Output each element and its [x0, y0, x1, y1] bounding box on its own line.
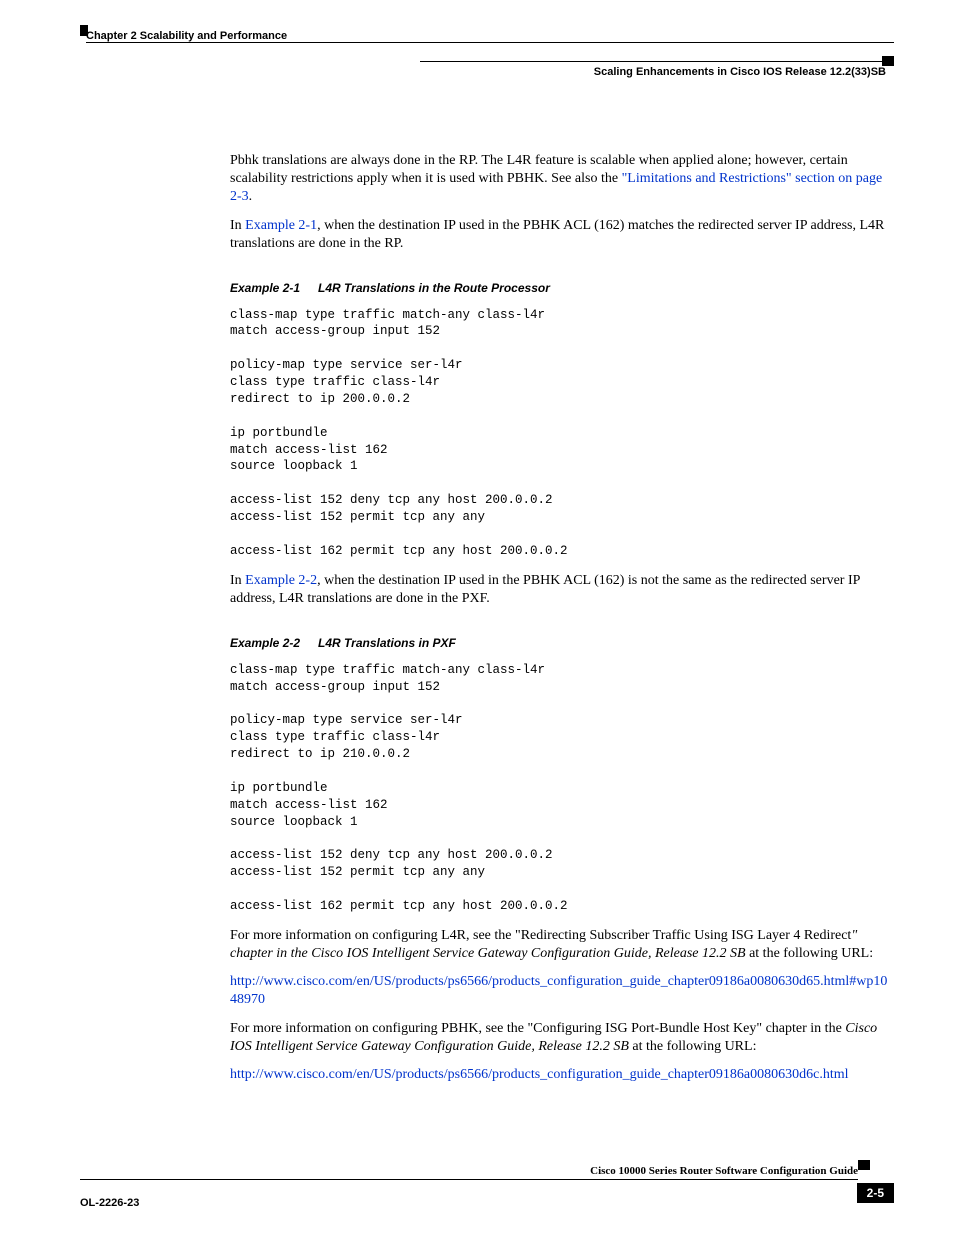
code-block: class-map type traffic match-any class-l…: [230, 662, 894, 915]
footer-right: 2-5: [857, 1181, 894, 1203]
link-url-2[interactable]: http://www.cisco.com/en/US/products/ps65…: [230, 1067, 849, 1082]
paragraph: In Example 2-1, when the destination IP …: [230, 217, 894, 253]
text: In: [230, 573, 245, 588]
text: In: [230, 218, 245, 233]
link-example-2-2[interactable]: Example 2-2: [245, 573, 317, 588]
text: .: [249, 189, 253, 204]
header-chapter: Chapter 2 Scalability and Performance: [80, 30, 894, 42]
link-url-1[interactable]: http://www.cisco.com/en/US/products/ps65…: [230, 974, 887, 1007]
url-paragraph: http://www.cisco.com/en/US/products/ps65…: [230, 1066, 894, 1084]
text: at the following URL:: [629, 1039, 757, 1054]
footer-doc-number: OL-2226-23: [80, 1197, 139, 1209]
paragraph: In Example 2-2, when the destination IP …: [230, 572, 894, 608]
example-label: Example 2-1: [230, 281, 300, 295]
header-block: Chapter 2 Scalability and Performance Sc…: [80, 30, 894, 80]
paragraph: For more information on configuring PBHK…: [230, 1020, 894, 1056]
footer-row: OL-2226-23 2-5: [80, 1181, 894, 1209]
page-number: 2-5: [857, 1183, 894, 1203]
header-sub-rule: [420, 61, 888, 62]
header-section: Scaling Enhancements in Cisco IOS Releas…: [594, 66, 894, 78]
content: Pbhk translations are always done in the…: [230, 152, 894, 1084]
text: at the following URL:: [746, 946, 874, 961]
text: , when the destination IP used in the PB…: [230, 573, 860, 606]
code-block: class-map type traffic match-any class-l…: [230, 307, 894, 560]
text-italic: Cisco IOS Intelligent Service Gateway Co…: [311, 946, 745, 961]
footer: Cisco 10000 Series Router Software Confi…: [80, 1165, 894, 1209]
example-title-text: L4R Translations in PXF: [318, 636, 456, 650]
footer-guide-title: Cisco 10000 Series Router Software Confi…: [80, 1165, 894, 1177]
rule-marker-icon: [882, 56, 894, 66]
example-heading: Example 2-1 L4R Translations in the Route…: [230, 281, 894, 297]
page: Chapter 2 Scalability and Performance Sc…: [0, 0, 954, 1235]
link-example-2-1[interactable]: Example 2-1: [245, 218, 317, 233]
footer-rule: [80, 1179, 858, 1180]
header-rule: [86, 42, 894, 43]
text: For more information on configuring L4R,…: [230, 928, 851, 943]
url-paragraph: http://www.cisco.com/en/US/products/ps65…: [230, 973, 894, 1009]
footer-rule-wrap: Cisco 10000 Series Router Software Confi…: [80, 1165, 894, 1180]
example-heading: Example 2-2 L4R Translations in PXF: [230, 636, 894, 652]
rule-marker-icon: [80, 25, 88, 36]
rule-marker-icon: [858, 1160, 870, 1170]
example-title-text: L4R Translations in the Route Processor: [318, 281, 550, 295]
example-label: Example 2-2: [230, 636, 300, 650]
text: , when the destination IP used in the PB…: [230, 218, 884, 251]
top-rule: Chapter 2 Scalability and Performance: [80, 30, 894, 43]
paragraph: Pbhk translations are always done in the…: [230, 152, 894, 207]
paragraph: For more information on configuring L4R,…: [230, 927, 894, 963]
sub-rule: Scaling Enhancements in Cisco IOS Releas…: [80, 61, 894, 80]
text: For more information on configuring PBHK…: [230, 1021, 845, 1036]
